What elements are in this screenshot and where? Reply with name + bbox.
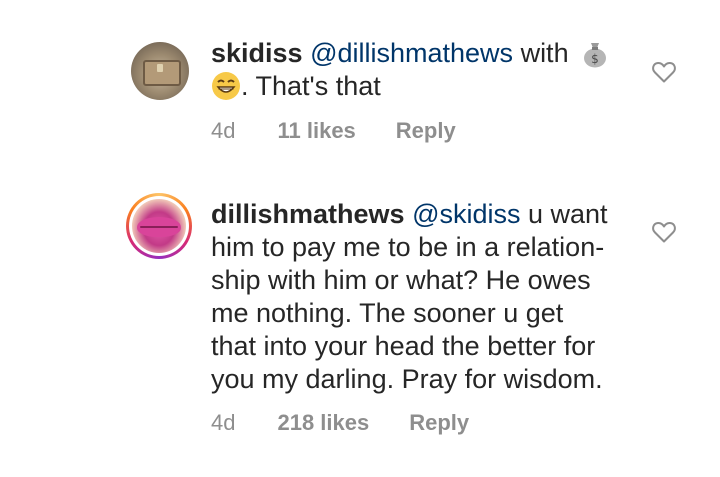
- comment-age: 4d: [211, 410, 236, 435]
- comment-mention[interactable]: @dillishmathews: [310, 38, 513, 68]
- comment-meta: 4d 218 likes Reply: [211, 410, 469, 436]
- comment-body: dillishmathews @skidiss u want him to pa…: [211, 198, 621, 396]
- comment-text-line: me nothing. The sooner u get: [211, 298, 564, 328]
- comment-meta: 4d 11 likes Reply: [211, 118, 456, 144]
- money-bag-emoji: $: [584, 43, 607, 68]
- svg-text:$: $: [591, 52, 599, 66]
- avatar-skidiss[interactable]: [131, 42, 189, 100]
- reply-button[interactable]: Reply: [409, 410, 469, 436]
- comment-body: skidiss @dillishmathews with $ . That's …: [211, 37, 621, 103]
- avatar-dillishmathews[interactable]: [126, 193, 192, 259]
- heart-outline-icon[interactable]: [651, 220, 677, 244]
- heart-outline-icon[interactable]: [651, 60, 677, 84]
- comment-mention[interactable]: @skidiss: [412, 199, 520, 229]
- reply-button[interactable]: Reply: [396, 118, 456, 144]
- comment-text-line2: . That's that: [241, 71, 381, 101]
- likes-count[interactable]: 11 likes: [277, 118, 355, 144]
- comment-text-line: you my darling. Pray for wisdom.: [211, 364, 603, 394]
- comment-text-line: that into your head the better for: [211, 331, 596, 361]
- comment-text-line: him to pay me to be in a relation-: [211, 232, 605, 262]
- comment-text-line: ship with him or what? He owes: [211, 265, 591, 295]
- comment-text: with: [513, 38, 569, 68]
- likes-count[interactable]: 218 likes: [277, 410, 369, 436]
- comment-username[interactable]: skidiss: [211, 38, 303, 68]
- comment-age: 4d: [211, 118, 236, 143]
- comment-username[interactable]: dillishmathews: [211, 199, 405, 229]
- comment-text: u want: [520, 199, 608, 229]
- lips-image: [132, 199, 186, 253]
- grinning-emoji: [212, 72, 240, 100]
